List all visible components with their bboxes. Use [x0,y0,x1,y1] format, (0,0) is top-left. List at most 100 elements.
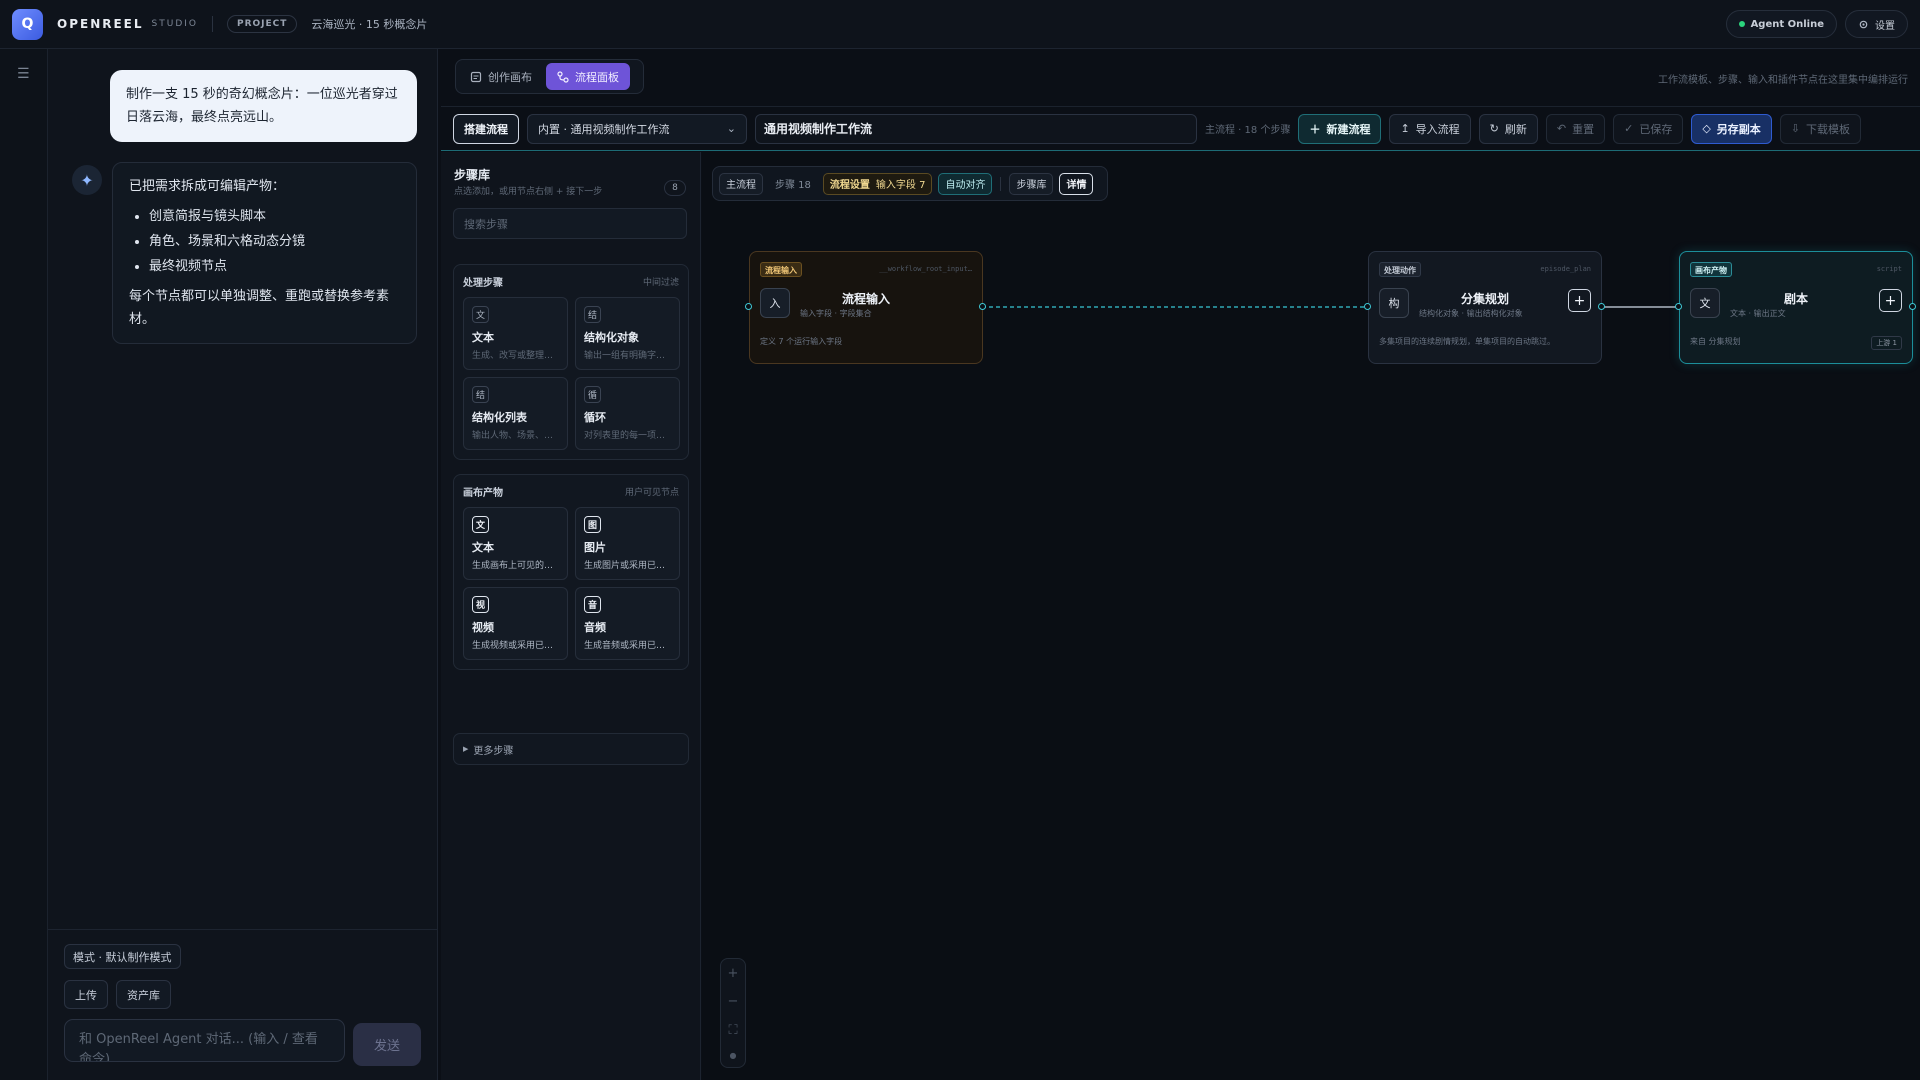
undo-icon: ↶ [1556,122,1567,135]
agent-avatar-icon: ✦ [72,165,102,195]
project-badge: PROJECT [227,15,298,33]
caret-right-icon: ▶ [463,745,469,753]
node-footer: 定义 7 个运行输入字段 [760,337,843,346]
node-type-tag: 流程输入 [760,262,802,277]
reset-button[interactable]: ↶ 重置 [1545,113,1606,144]
card-desc: 对列表里的每一项… [584,431,666,441]
top-bar: Q OPENREEL STUDIO PROJECT 云海巡光 · 15 秒概念片… [0,0,1920,49]
card-title: 结构化列表 [472,411,527,424]
gear-icon [1859,20,1868,28]
chevron-down-icon: ⌄ [726,122,736,135]
add-next-step-button[interactable]: + [1568,289,1591,312]
refresh-icon: ↻ [1489,122,1499,135]
artifact-card-audio[interactable]: 音 音频 生成音频或采用已… [575,587,680,660]
workflow-toolbar: 搭建流程 内置 · 通用视频制作工作流 ⌄ 通用视频制作工作流 主流程 · 18… [441,106,1920,151]
plus-icon: ＋ [1309,122,1321,136]
node-output-port[interactable] [979,303,986,310]
step-card-structured-object[interactable]: 结 结构化对象 输出一组有明确字… [575,297,680,370]
group-title: 画布产物 [463,488,503,499]
zoom-in-icon[interactable]: + [728,966,739,981]
node-meta: 输入字段 · 字段集合 [800,309,872,318]
more-steps-toggle[interactable]: ▶ 更多步骤 [453,733,689,765]
card-desc: 生成图片或采用已… [584,561,666,571]
build-flow-button[interactable]: 搭建流程 [453,113,519,144]
agent-message: 已把需求拆成可编辑产物： 创意简报与镜头脚本 角色、场景和六格动态分镜 最终视频… [112,162,417,344]
view-tabs: 创作画布 流程面板 [455,59,644,94]
library-title: 步骤库 [454,168,491,182]
card-title: 文本 [472,541,494,554]
step-library: 步骤库 点选添加，或用节点右侧 + 接下一步 8 搜索步骤 处理步骤 中间过滤 … [441,152,701,1080]
download-template-button[interactable]: ⇩ 下载模板 [1779,113,1862,144]
menu-icon[interactable]: ☰ [17,66,30,82]
artifact-card-text[interactable]: 文 文本 生成画布上可见的… [463,507,568,580]
group-title: 处理步骤 [463,278,503,289]
input-node-icon: 入 [760,288,790,318]
artifact-card-image[interactable]: 图 图片 生成图片或采用已… [575,507,680,580]
node-key: __workflow_root_input… [879,265,972,273]
zoom-controls: + − ⛶ ● [720,958,746,1068]
node-script[interactable]: 画布产物 script 文 剧本 文本 · 输出正文 来自 分集规划 + 上游 … [1679,251,1913,364]
mode-selector[interactable]: 模式 · 默认制作模式 [64,944,181,969]
tab-flow[interactable]: 流程面板 [546,63,630,90]
workflow-meta: 主流程 · 18 个步骤 [1205,125,1291,136]
node-title: 流程输入 [841,292,890,306]
node-input-port[interactable] [745,303,752,310]
artifact-card-video[interactable]: 视 视频 生成视频或采用已… [463,587,568,660]
canvas-artifacts-group: 画布产物 用户可见节点 文 文本 生成画布上可见的… 图 图片 生成图片或采用已… [453,474,689,670]
structure-node-icon: 构 [1379,288,1409,318]
send-button[interactable]: 发送 [353,1023,421,1066]
refresh-label: 刷新 [1504,122,1527,136]
node-input-port[interactable] [1675,303,1682,310]
card-desc: 生成画布上可见的… [472,561,554,571]
node-meta: 文本 · 输出正文 [1730,309,1786,318]
project-title[interactable]: 云海巡光 · 15 秒概念片 [311,16,427,32]
card-title: 结构化对象 [584,331,639,344]
more-steps-label: 更多步骤 [473,745,514,757]
tab-canvas[interactable]: 创作画布 [459,63,543,90]
canvas-icon [470,71,482,82]
structure-step-icon: 结 [472,386,489,403]
step-card-loop[interactable]: 循 循环 对列表里的每一项… [575,377,680,450]
card-desc: 生成视频或采用已… [472,641,554,651]
text-step-icon: 文 [472,306,489,323]
app-logo: Q [12,8,43,40]
upload-button[interactable]: 上传 [64,980,108,1009]
tab-canvas-label: 创作画布 [488,70,532,84]
agent-outro: 每个节点都可以单独调整、重跑或替换参考素材。 [129,289,390,327]
zoom-out-icon[interactable]: − [728,994,739,1009]
template-select[interactable]: 内置 · 通用视频制作工作流 ⌄ [527,113,747,144]
node-output-port[interactable] [1909,303,1916,310]
settings-button[interactable]: 设置 [1845,10,1908,38]
image-artifact-icon: 图 [584,516,601,533]
lock-icon[interactable]: ● [730,1051,737,1060]
fit-view-icon[interactable]: ⛶ [728,1023,737,1038]
refresh-button[interactable]: ↻ 刷新 [1478,113,1538,144]
download-template-label: 下载模板 [1806,122,1851,136]
list-item: 创意简报与镜头脚本 [149,204,400,229]
node-key: episode_plan [1540,265,1591,273]
node-output-port[interactable] [1598,303,1605,310]
saved-button[interactable]: ✓ 已保存 [1613,113,1684,144]
agent-status-pill[interactable]: Agent Online [1725,10,1837,38]
tab-flow-label: 流程面板 [575,70,619,84]
import-flow-button[interactable]: ↥ 导入流程 [1389,113,1471,144]
add-next-step-button[interactable]: + [1879,289,1902,312]
step-card-structured-list[interactable]: 结 结构化列表 输出人物、场景、… [463,377,568,450]
node-footer: 来自 分集规划 [1690,337,1741,346]
step-search-input[interactable]: 搜索步骤 [453,208,687,239]
assets-button[interactable]: 资产库 [116,980,171,1009]
save-copy-button[interactable]: ◇ 另存副本 [1691,113,1772,144]
new-flow-button[interactable]: ＋ 新建流程 [1298,113,1382,144]
chat-input[interactable]: 和 OpenReel Agent 对话... (输入 / 查看命令) [64,1019,345,1062]
workflow-name-field[interactable]: 通用视频制作工作流 [755,113,1197,144]
node-workflow-input[interactable]: 流程输入 __workflow_root_input… 入 流程输入 输入字段 … [749,251,983,364]
step-card-text[interactable]: 文 文本 生成、改写或整理… [463,297,568,370]
node-episode-plan[interactable]: 处理动作 episode_plan 构 分集规划 结构化对象 · 输出结构化对象… [1368,251,1602,364]
node-input-port[interactable] [1364,303,1371,310]
card-desc: 生成、改写或整理… [472,351,554,361]
flow-canvas[interactable]: 主流程 步骤 18 流程设置 输入字段 7 自动对齐 步骤库 详情 流程输入 _… [702,152,1920,1080]
chat-panel: 制作一支 15 秒的奇幻概念片：一位巡光者穿过日落云海，最终点亮远山。 ✦ 已把… [48,49,438,1080]
video-artifact-icon: 视 [472,596,489,613]
template-select-value: 内置 · 通用视频制作工作流 [538,122,670,136]
card-title: 文本 [472,331,494,344]
